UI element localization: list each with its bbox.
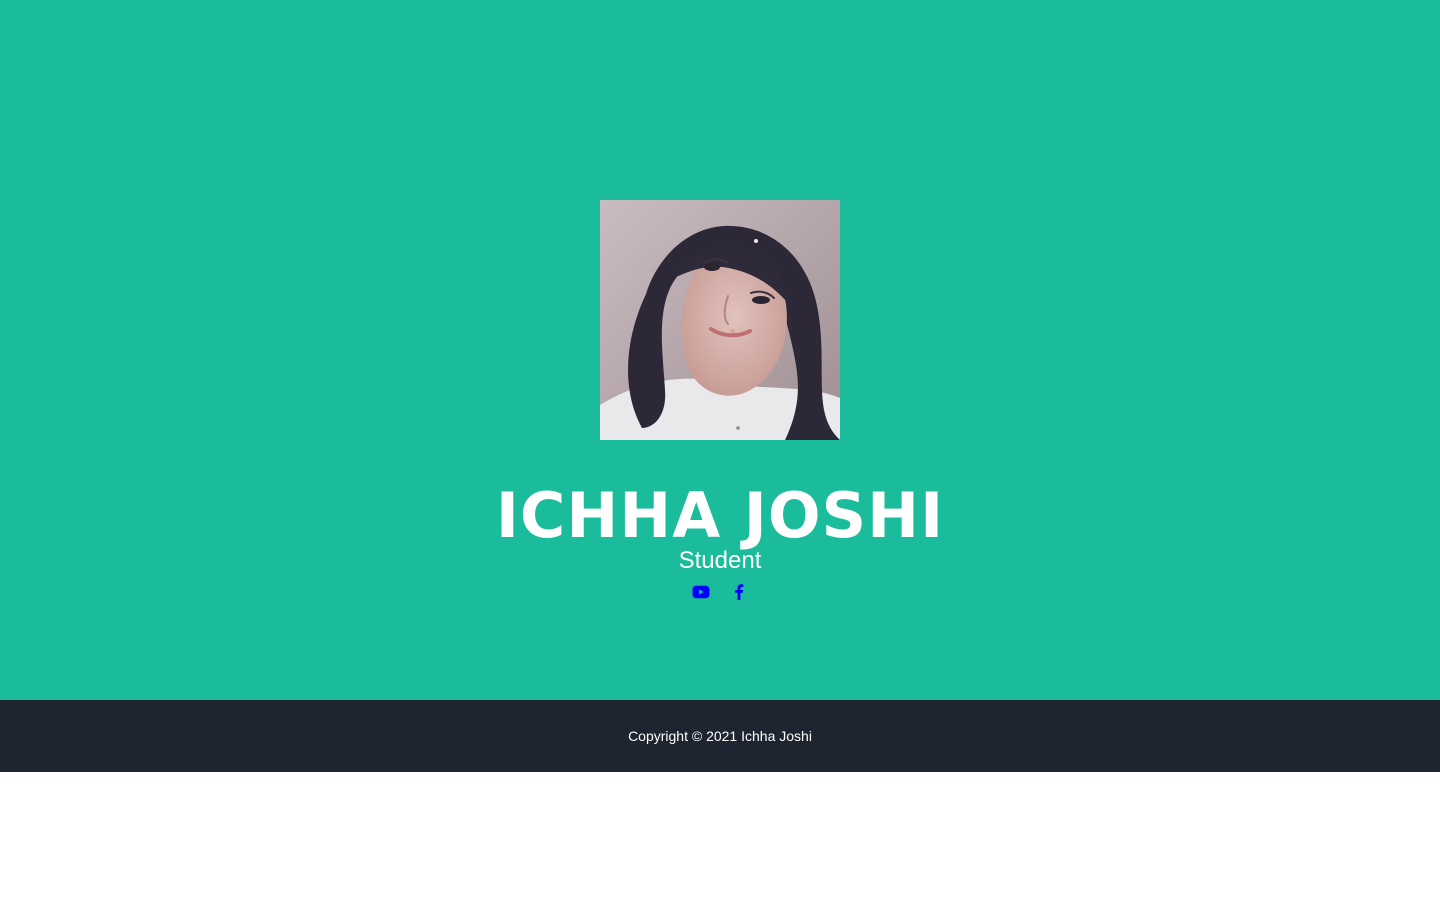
facebook-icon: [734, 584, 744, 600]
facebook-link[interactable]: [730, 583, 748, 601]
profile-role: Student: [678, 547, 762, 574]
youtube-icon: [692, 585, 710, 599]
social-links: [0, 580, 1440, 604]
copyright-text: Copyright © 2021 Ichha Joshi: [628, 728, 812, 744]
youtube-link[interactable]: [692, 583, 710, 601]
hero-section: ICHHA JOSHI Student: [0, 0, 1440, 700]
profile-photo-illustration: [600, 200, 840, 440]
site-footer: Copyright © 2021 Ichha Joshi: [0, 700, 1440, 772]
profile-photo: [600, 200, 840, 440]
